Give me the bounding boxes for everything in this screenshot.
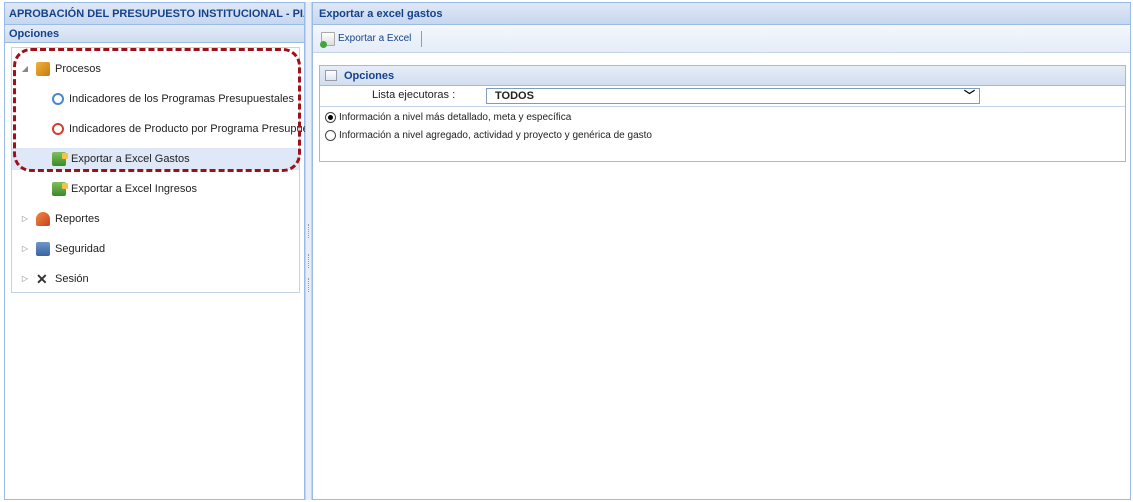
tools-icon: ✕ <box>36 271 48 287</box>
collapsed-arrow-icon[interactable]: ▷ <box>20 268 30 290</box>
navigation-tree: ◢ Procesos Indicadores de los Programas … <box>11 47 326 293</box>
tree-item-exportar-ingresos[interactable]: Exportar a Excel Ingresos <box>52 178 197 200</box>
tree-item-label: Exportar a Excel Gastos <box>71 153 190 165</box>
info-blue-icon <box>52 93 64 105</box>
panel-title: Exportar a excel gastos <box>313 3 1130 25</box>
options-fieldset: Opciones Lista ejecutoras : TODOS ﹀ Info… <box>319 65 1126 162</box>
left-panel: APROBACIÓN DEL PRESUPUESTO INSTITUCIONAL… <box>4 2 326 500</box>
tree-item-exportar-gastos[interactable]: Exportar a Excel Gastos <box>12 148 299 170</box>
tree-item-label: Indicadores de los Programas Presupuesta… <box>69 93 295 105</box>
options-header: Opciones <box>5 25 304 43</box>
radio-label: Información a nivel agregado, actividad … <box>339 129 652 141</box>
tree-item-reportes[interactable]: ▷ Reportes <box>20 208 100 230</box>
tree-item-label: Sesión <box>55 273 89 285</box>
tree-item-label: Procesos <box>55 63 101 75</box>
radio-button[interactable] <box>325 129 336 141</box>
export-excel-button[interactable]: Exportar a Excel <box>319 29 417 49</box>
ejecutoras-row: Lista ejecutoras : TODOS ﹀ <box>320 86 1125 106</box>
collapsed-arrow-icon[interactable]: ▷ <box>20 208 30 230</box>
chevron-down-icon: ﹀ <box>964 90 975 102</box>
splitter-grip <box>308 254 310 268</box>
panel-icon <box>325 70 337 81</box>
report-icon <box>36 212 50 226</box>
tree-item-label: Indicadores de Producto por Programa Pre… <box>69 123 326 135</box>
expanded-arrow-icon[interactable]: ◢ <box>20 58 30 80</box>
panel-splitter[interactable] <box>305 2 312 500</box>
tree-item-sesion[interactable]: ▷ ✕ Sesión <box>20 268 89 290</box>
tree-item-label: Seguridad <box>55 243 106 255</box>
export-excel-icon <box>320 31 335 48</box>
security-icon <box>36 242 50 256</box>
splitter-grip <box>308 224 310 238</box>
options-fieldset-title: Opciones <box>344 70 395 82</box>
tree-item-indicadores-programas[interactable]: Indicadores de los Programas Presupuesta… <box>52 88 294 110</box>
splitter-grip <box>308 278 310 292</box>
ejecutoras-select[interactable]: TODOS ﹀ <box>486 88 980 104</box>
radio-option-aggregated[interactable]: Información a nivel agregado, actividad … <box>325 127 652 143</box>
radio-option-detailed[interactable]: Información a nivel más detallado, meta … <box>325 109 571 125</box>
right-panel: Exportar a excel gastos Exportar a Excel… <box>312 2 1131 500</box>
collapsed-arrow-icon[interactable]: ▷ <box>20 238 30 260</box>
tree-item-seguridad[interactable]: ▷ Seguridad <box>20 238 105 260</box>
ejecutoras-label: Lista ejecutoras : <box>372 89 456 101</box>
radio-group: Información a nivel más detallado, meta … <box>320 106 1125 161</box>
toolbar: Exportar a Excel <box>313 25 1130 53</box>
excel-export-icon <box>52 182 68 196</box>
tree-item-label: Exportar a Excel Ingresos <box>71 183 197 195</box>
export-excel-label: Exportar a Excel <box>338 33 412 44</box>
radio-label: Información a nivel más detallado, meta … <box>339 111 572 123</box>
toolbar-separator <box>421 30 423 47</box>
options-fieldset-header: Opciones <box>320 66 1125 86</box>
tree-item-indicadores-producto[interactable]: Indicadores de Producto por Programa Pre… <box>52 118 326 140</box>
tree-item-procesos[interactable]: ◢ Procesos <box>20 58 101 80</box>
info-red-icon <box>52 123 64 135</box>
excel-export-icon <box>52 152 68 166</box>
app-title: APROBACIÓN DEL PRESUPUESTO INSTITUCIONAL… <box>5 3 304 25</box>
folder-icon <box>36 62 50 76</box>
ejecutoras-value: TODOS <box>495 90 534 102</box>
tree-item-label: Reportes <box>55 213 100 225</box>
radio-button-selected[interactable] <box>325 111 336 123</box>
